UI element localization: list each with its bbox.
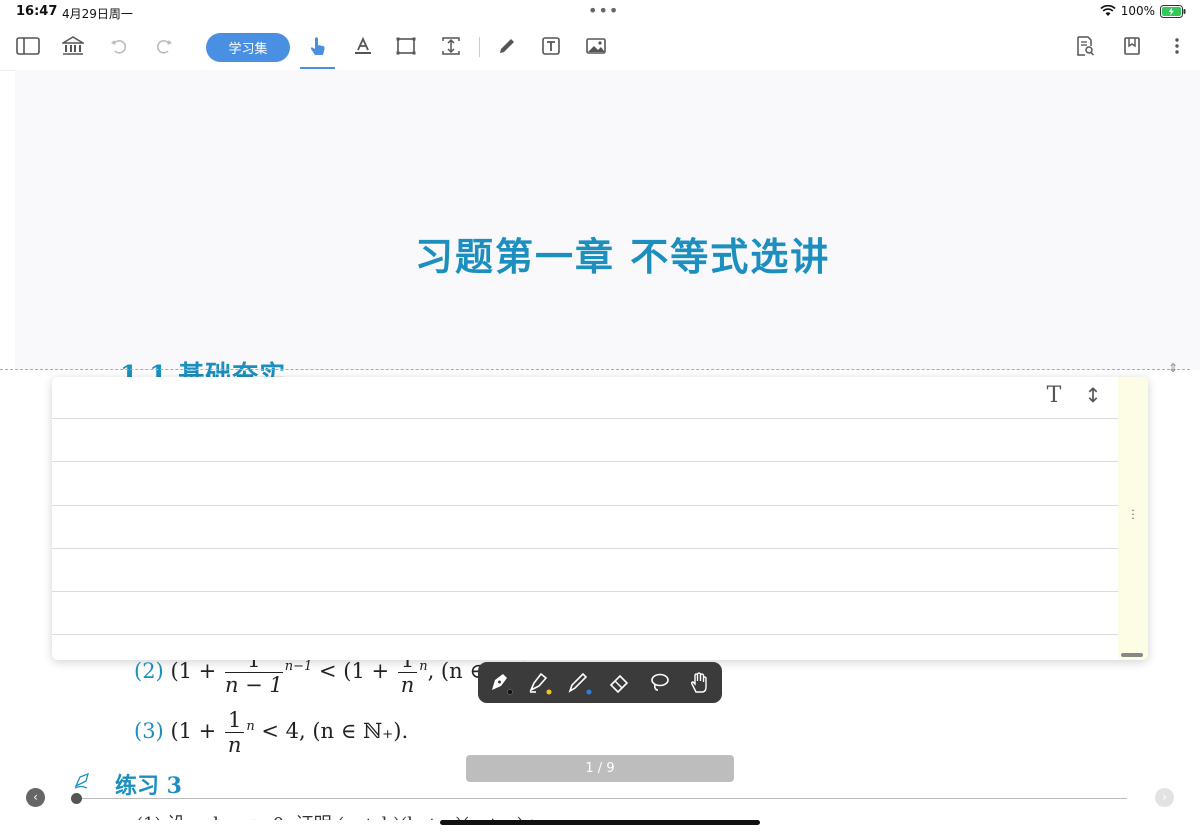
status-bar: 16:47 4月29日周一 ••• 100% — [0, 0, 1200, 24]
note-rule-line — [52, 461, 1118, 462]
item-number: (2) — [134, 660, 164, 683]
cut-off-exercise-line: (1) 设 a, b, c > 0, 证明 (a + b)(b + c)(c +… — [136, 810, 545, 820]
inserted-note-panel[interactable]: T ↕ · · · — [52, 377, 1148, 660]
note-scrollbar[interactable] — [1121, 653, 1143, 657]
home-indicator[interactable] — [440, 820, 760, 825]
search-doc-icon[interactable] — [1067, 28, 1103, 64]
pencil-icon[interactable] — [489, 28, 525, 64]
status-indicators: 100% — [1100, 4, 1186, 18]
crop-icon[interactable] — [388, 28, 424, 64]
page-scrubber-track[interactable] — [77, 798, 1127, 799]
space-resize-handle[interactable]: ⇕ — [1168, 361, 1178, 375]
text-highlight-icon[interactable] — [345, 28, 381, 64]
toolbar-divider — [479, 37, 480, 57]
next-page-button[interactable]: › — [1155, 788, 1174, 807]
library-icon[interactable] — [55, 28, 91, 64]
document-page[interactable] — [15, 70, 1200, 370]
sidebar-icon[interactable] — [10, 28, 46, 64]
pen-toolbar — [478, 662, 722, 703]
status-time: 16:47 — [16, 4, 58, 19]
multitask-dots[interactable]: ••• — [588, 1, 619, 20]
hand-pointer-icon[interactable] — [300, 28, 336, 64]
math-fraction: 1n — [397, 660, 418, 697]
battery-icon — [1160, 4, 1186, 18]
section-heading: 1.1 基础夯实 — [120, 361, 287, 377]
note-rule-line — [52, 591, 1118, 592]
fountain-pen-icon[interactable] — [486, 670, 514, 696]
note-rule-line — [52, 418, 1118, 419]
side-more-icon[interactable]: · · · — [1129, 505, 1137, 524]
math-fraction: 1n − 1 — [224, 660, 283, 697]
undo-icon[interactable] — [101, 28, 137, 64]
note-rule-line — [52, 548, 1118, 549]
previous-page-button[interactable]: ‹ — [26, 788, 45, 807]
pencil-tool-icon[interactable] — [566, 670, 594, 696]
page-indicator[interactable]: 1 / 9 — [466, 755, 734, 782]
document-title: 习题第一章 不等式选讲 — [415, 234, 831, 279]
note-resize-tool[interactable]: ↕ — [1082, 383, 1104, 409]
page-scrubber-knob[interactable] — [71, 793, 82, 804]
image-icon[interactable] — [578, 28, 614, 64]
wifi-icon — [1100, 5, 1116, 16]
battery-percent: 100% — [1120, 4, 1155, 18]
math-fraction: 1n — [224, 708, 245, 757]
practice-heading: 练习 3 — [115, 773, 182, 799]
status-date: 4月29日周一 — [62, 7, 133, 21]
note-text-tool[interactable]: T — [1042, 383, 1066, 409]
active-tool-indicator — [300, 67, 335, 69]
lasso-icon[interactable] — [646, 670, 674, 696]
math-item-2: (2) (1 + 1n − 1n−1 < (1 + 1nn, (n ∈ ℕ₊). — [134, 660, 537, 702]
more-icon[interactable] — [1159, 28, 1195, 64]
eraser-icon[interactable] — [606, 670, 634, 696]
item-number: (3) — [134, 719, 164, 743]
note-rule-line — [52, 505, 1118, 506]
redo-icon[interactable] — [146, 28, 182, 64]
math-item-3: (3) (1 + 1nn < 4, (n ∈ ℕ₊). — [134, 708, 409, 757]
study-set-button[interactable]: 学习集 — [206, 33, 290, 62]
bookmark-icon[interactable] — [1114, 28, 1150, 64]
note-rule-line — [52, 634, 1118, 635]
textbox-icon[interactable] — [533, 28, 569, 64]
math-text: (1 + — [170, 660, 217, 683]
note-side-handle[interactable]: · · · — [1118, 377, 1148, 660]
insert-space-guide — [0, 369, 1190, 370]
math-text: (1 + — [170, 719, 217, 743]
insert-space-icon[interactable] — [433, 28, 469, 64]
highlighter-icon[interactable] — [526, 670, 554, 696]
top-toolbar: 学习集 — [0, 24, 1200, 71]
practice-pen-icon — [74, 772, 94, 793]
hand-tool-icon[interactable] — [686, 670, 714, 696]
math-text: < (1 + — [319, 660, 390, 683]
